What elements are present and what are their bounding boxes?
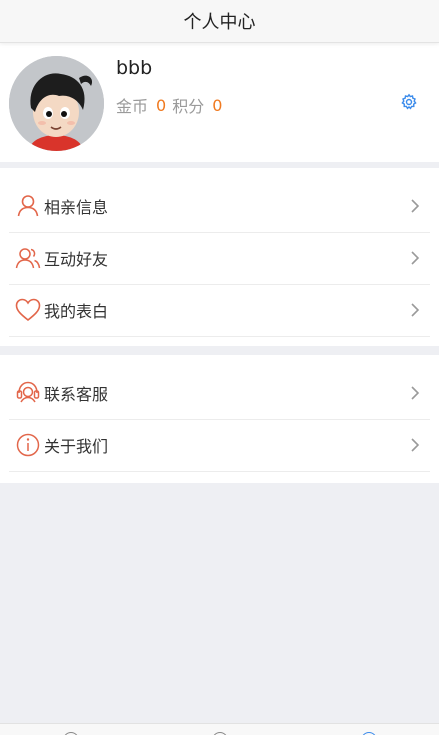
menu-item-label: 关于我们 <box>44 437 109 456</box>
menu-item-label: 我的表白 <box>44 302 109 321</box>
settings-gear-icon[interactable] <box>400 93 418 111</box>
chevron-right-icon <box>411 386 420 400</box>
points-label: 积分 <box>172 97 205 116</box>
page-title: 个人中心 <box>183 12 256 33</box>
menu-group-1: 相亲信息 互动好友 我的表白 <box>0 168 439 346</box>
menu-group-2: 联系客服 关于我们 <box>0 355 439 483</box>
points-value: 0 <box>212 95 223 115</box>
bottom-tab-bar <box>0 723 439 735</box>
info-icon <box>16 433 40 457</box>
menu-item-dating-info[interactable]: 相亲信息 <box>9 180 430 233</box>
coins-label: 金币 <box>116 97 149 116</box>
chevron-right-icon <box>411 438 420 452</box>
menu-item-customer-service[interactable]: 联系客服 <box>9 367 430 420</box>
menu-item-label: 相亲信息 <box>44 198 109 217</box>
friends-icon <box>15 248 41 269</box>
customer-service-icon <box>16 381 40 403</box>
profile-card: bbb 金币 0 积分 0 <box>0 43 439 162</box>
avatar[interactable] <box>9 56 104 151</box>
coins-value: 0 <box>156 95 167 115</box>
chevron-right-icon <box>411 251 420 265</box>
menu-item-about-us[interactable]: 关于我们 <box>9 419 430 472</box>
heart-icon <box>15 298 41 322</box>
stats-row: 金币 0 积分 0 <box>116 93 228 117</box>
menu-item-label: 互动好友 <box>44 250 109 269</box>
menu-item-confessions[interactable]: 我的表白 <box>9 284 430 337</box>
chevron-right-icon <box>411 303 420 317</box>
username: bbb <box>116 57 153 79</box>
menu-item-friends[interactable]: 互动好友 <box>9 232 430 285</box>
page-header: 个人中心 <box>0 0 439 43</box>
person-icon <box>17 195 39 217</box>
chevron-right-icon <box>411 199 420 213</box>
menu-item-label: 联系客服 <box>44 385 109 404</box>
